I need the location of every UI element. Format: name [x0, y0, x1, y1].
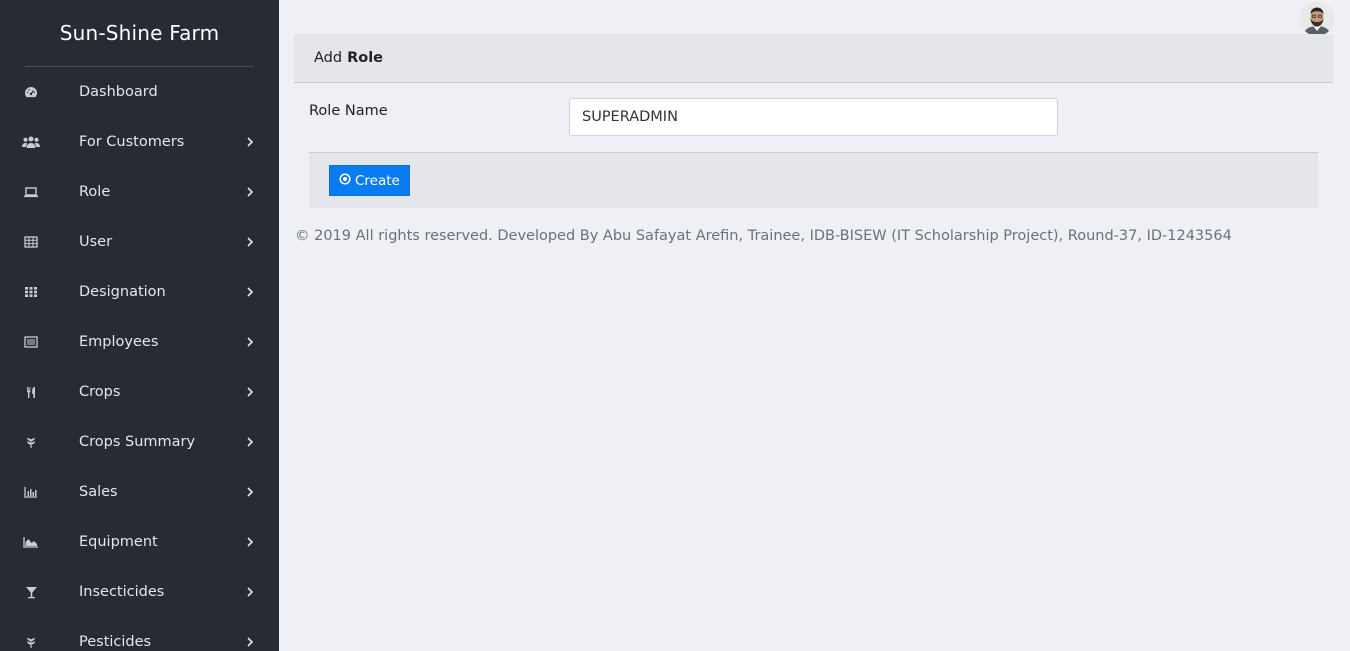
sidebar-item-label: Designation: [79, 284, 166, 300]
chevron-right-icon: [244, 586, 256, 598]
create-button[interactable]: Create: [329, 165, 410, 196]
sidebar-item-label: Pesticides: [79, 634, 152, 650]
chevron-right-icon: [244, 536, 256, 548]
sidebar-item-label: Sales: [79, 484, 118, 500]
list-icon: [22, 335, 40, 349]
sidebar-item-crops-summary[interactable]: Crops Summary: [0, 417, 279, 467]
add-role-card: Add Role Role Name Create: [294, 34, 1333, 208]
leaf-icon: [22, 635, 40, 649]
glass-icon: [22, 585, 40, 599]
sidebar-item-role[interactable]: Role: [0, 167, 279, 217]
bar-chart-icon: [22, 485, 40, 499]
sidebar-item-label: Crops Summary: [79, 434, 196, 450]
sidebar-item-label: Equipment: [79, 534, 158, 550]
grid-icon: [22, 285, 40, 299]
sidebar: Sun-Shine Farm Dashboard For Customers R…: [0, 0, 279, 651]
sidebar-nav: Dashboard For Customers Role User Design…: [0, 67, 279, 651]
card-title-prefix: Add: [314, 50, 343, 66]
dashboard-icon: [22, 85, 40, 99]
create-button-label: Create: [355, 172, 400, 189]
chevron-right-icon: [244, 436, 256, 448]
cutlery-icon: [22, 385, 40, 399]
sidebar-item-equipment[interactable]: Equipment: [0, 517, 279, 567]
card-title-bold: Role: [347, 50, 384, 66]
leaf-icon: [22, 435, 40, 449]
role-name-input[interactable]: [569, 98, 1058, 136]
brand-title[interactable]: Sun-Shine Farm: [0, 0, 279, 66]
sidebar-item-crops[interactable]: Crops: [0, 367, 279, 417]
chevron-right-icon: [244, 236, 256, 248]
sidebar-item-label: Role: [79, 184, 111, 200]
laptop-icon: [22, 185, 40, 199]
chevron-right-icon: [244, 286, 256, 298]
sidebar-item-pesticides[interactable]: Pesticides: [0, 617, 279, 651]
sidebar-item-label: User: [79, 234, 113, 250]
sidebar-item-label: Dashboard: [79, 84, 158, 100]
sidebar-item-for-customers[interactable]: For Customers: [0, 117, 279, 167]
chevron-right-icon: [244, 486, 256, 498]
role-name-row: Role Name: [294, 83, 1333, 152]
chevron-right-icon: [244, 636, 256, 648]
sidebar-item-label: Crops: [79, 384, 121, 400]
users-icon: [22, 135, 40, 149]
card-header: Add Role: [294, 34, 1333, 83]
chevron-right-icon: [244, 186, 256, 198]
avatar[interactable]: [1300, 2, 1334, 36]
sidebar-item-label: For Customers: [79, 134, 185, 150]
sidebar-item-sales[interactable]: Sales: [0, 467, 279, 517]
table-icon: [22, 235, 40, 249]
sidebar-item-label: Insecticides: [79, 584, 165, 600]
chevron-right-icon: [244, 386, 256, 398]
area-chart-icon: [22, 535, 40, 549]
role-name-label: Role Name: [309, 103, 388, 119]
sidebar-item-designation[interactable]: Designation: [0, 267, 279, 317]
copyright-text: © 2019 All rights reserved. Developed By…: [295, 228, 1232, 244]
chevron-right-icon: [244, 336, 256, 348]
circle-dot-icon: [339, 172, 351, 189]
sidebar-item-employees[interactable]: Employees: [0, 317, 279, 367]
sidebar-item-label: Employees: [79, 334, 159, 350]
chevron-right-icon: [244, 136, 256, 148]
sidebar-item-user[interactable]: User: [0, 217, 279, 267]
card-footer: Create: [309, 152, 1318, 208]
sidebar-item-dashboard[interactable]: Dashboard: [0, 67, 279, 117]
sidebar-item-insecticides[interactable]: Insecticides: [0, 567, 279, 617]
